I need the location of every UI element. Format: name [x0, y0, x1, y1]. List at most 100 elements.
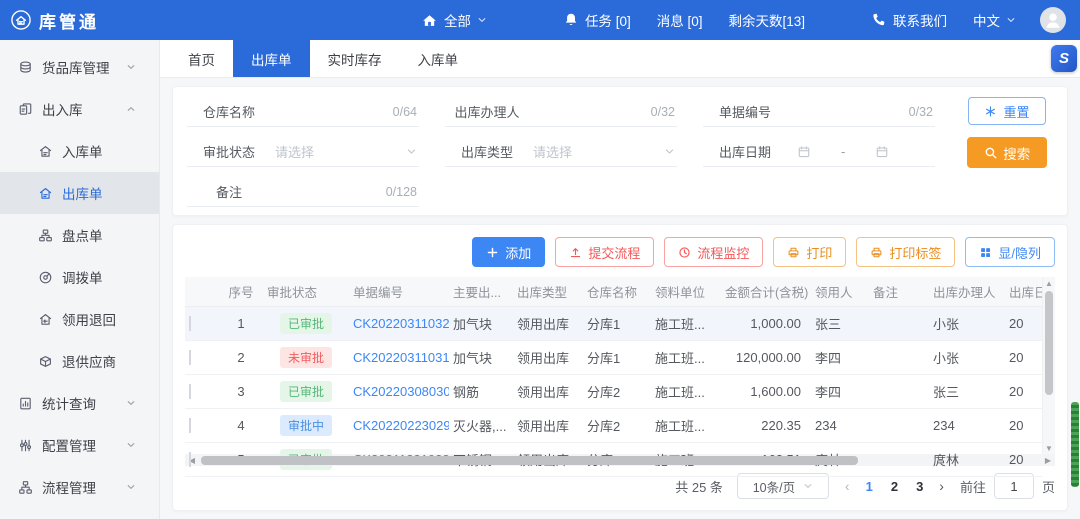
- goto-label: 前往: [960, 477, 986, 496]
- table-row[interactable]: 3已审批CK20220308030钢筋领用出库分库2施工班...1,600.00…: [185, 375, 1042, 409]
- date-cell: 20: [1005, 384, 1045, 399]
- table-row[interactable]: 4审批中CK20220223029灭火器,...领用出库分库2施工班...220…: [185, 409, 1042, 443]
- submit-flow-button[interactable]: 提交流程: [555, 237, 654, 267]
- tab-home[interactable]: 首页: [170, 40, 233, 77]
- sidebar-subitem-2[interactable]: 盘点单: [0, 214, 159, 256]
- out-handler-input[interactable]: 0/32: [529, 97, 677, 126]
- reset-button[interactable]: 重置: [968, 97, 1046, 125]
- row-checkbox[interactable]: [189, 384, 191, 399]
- tab-realtime-stock[interactable]: 实时库存: [310, 40, 400, 77]
- unit-cell: 施工班...: [651, 382, 721, 401]
- handler-cell: 小张: [929, 314, 1005, 333]
- flow-monitor-button[interactable]: 流程监控: [664, 237, 763, 267]
- chevron-down-icon: [126, 62, 136, 72]
- row-checkbox[interactable]: [189, 418, 191, 433]
- sidebar-item-3[interactable]: 配置管理: [0, 424, 159, 466]
- row-checkbox[interactable]: [189, 350, 191, 365]
- date-range-separator: -: [841, 144, 845, 159]
- chevron-down-icon: [126, 440, 136, 450]
- warehouse-name-field[interactable]: 仓库名称 0/64: [187, 97, 419, 127]
- messages-item[interactable]: 消息 [0]: [657, 10, 703, 30]
- handler-cell: 张三: [929, 382, 1005, 401]
- out-type-cell: 领用出库: [513, 314, 583, 333]
- print-label-button[interactable]: 打印标签: [856, 237, 955, 267]
- sidebar-item-1[interactable]: 出入库: [0, 88, 159, 130]
- doc-number-field[interactable]: 单据编号 0/32: [703, 97, 935, 127]
- stats-icon: [18, 396, 33, 411]
- doc-number-link[interactable]: CK20220311031: [353, 350, 449, 365]
- remark-field[interactable]: 备注 0/128: [187, 177, 419, 207]
- warehouse-cell: 分库2: [583, 382, 651, 401]
- sidebar-item-2[interactable]: 统计查询: [0, 382, 159, 424]
- browser-scrollbar-thumb[interactable]: [1071, 402, 1079, 487]
- search-button[interactable]: 搜索: [967, 137, 1047, 168]
- out-handler-field[interactable]: 出库办理人 0/32: [445, 97, 677, 127]
- warehouse-cell: 分库1: [583, 348, 651, 367]
- table-horizontal-scrollbar[interactable]: ◀ ▶: [185, 454, 1055, 466]
- table-vertical-scrollbar[interactable]: ▲ ▼: [1042, 277, 1055, 454]
- tab-outbound-order[interactable]: 出库单: [233, 40, 310, 77]
- table-row[interactable]: 2未审批CK20220311031加气块领用出库分库1施工班...120,000…: [185, 341, 1042, 375]
- scope-selector[interactable]: 全部: [421, 10, 487, 30]
- sidebar-item-0[interactable]: 货品库管理: [0, 46, 159, 88]
- goods-db-icon: [18, 60, 33, 75]
- printer-icon: [870, 246, 883, 259]
- horizontal-scroll-thumb[interactable]: [201, 456, 858, 465]
- scroll-up-arrow[interactable]: ▲: [1045, 277, 1053, 289]
- page-button-3[interactable]: 3: [916, 479, 923, 494]
- row-checkbox[interactable]: [189, 316, 191, 331]
- doc-number-input[interactable]: 0/32: [787, 97, 935, 126]
- column-header: 单据编号: [349, 282, 449, 301]
- sidebar-item-4[interactable]: 流程管理: [0, 466, 159, 508]
- user-avatar[interactable]: [1040, 7, 1066, 33]
- tasks-item[interactable]: 任务 [0]: [563, 10, 631, 30]
- approval-status-field[interactable]: 审批状态 请选择: [187, 137, 419, 167]
- select-placeholder: 请选择: [271, 142, 314, 161]
- add-button[interactable]: 添加: [472, 237, 545, 267]
- status-badge: 已审批: [280, 313, 332, 334]
- scroll-down-arrow[interactable]: ▼: [1045, 442, 1053, 454]
- calendar-icon[interactable]: [875, 145, 889, 159]
- warehouse-name-input[interactable]: 0/64: [271, 97, 419, 126]
- remark-input[interactable]: 0/128: [271, 177, 419, 206]
- column-header: 备注: [869, 282, 929, 301]
- recipient-cell: 李四: [811, 382, 869, 401]
- doc-number-link[interactable]: CK20220223029: [353, 418, 449, 433]
- vertical-scroll-thumb[interactable]: [1045, 291, 1053, 395]
- doc-number-link[interactable]: CK20220308030: [353, 384, 449, 399]
- tab-inbound-order[interactable]: 入库单: [400, 40, 477, 77]
- row-index: 3: [219, 384, 263, 399]
- calendar-icon[interactable]: [797, 145, 811, 159]
- char-counter: 0/32: [651, 105, 675, 119]
- language-selector[interactable]: 中文: [973, 10, 1016, 30]
- recipient-cell: 李四: [811, 348, 869, 367]
- sidebar-subitem-4[interactable]: 领用退回: [0, 298, 159, 340]
- out-type-field[interactable]: 出库类型 请选择: [445, 137, 677, 167]
- print-button[interactable]: 打印: [773, 237, 846, 267]
- contact-us-item[interactable]: 联系我们: [871, 10, 947, 30]
- table-row[interactable]: 1已审批CK20220311032加气块领用出库分库1施工班...1,000.0…: [185, 307, 1042, 341]
- days-left-item[interactable]: 剩余天数[13]: [728, 10, 805, 30]
- page-button-2[interactable]: 2: [891, 479, 898, 494]
- out-type-select[interactable]: 请选择: [529, 137, 677, 166]
- sidebar-subitem-1[interactable]: 出库单: [0, 172, 159, 214]
- column-header: 出库日: [1005, 282, 1045, 301]
- page-unit-label: 页: [1042, 477, 1055, 496]
- next-page-button[interactable]: ›: [937, 478, 946, 494]
- sidebar-subitem-5[interactable]: 退供应商: [0, 340, 159, 382]
- search-icon: [984, 146, 998, 160]
- config-icon: [18, 438, 33, 453]
- prev-page-button[interactable]: ‹: [843, 478, 852, 494]
- app-title: 库管通: [39, 8, 99, 33]
- doc-number-link[interactable]: CK20220311032: [353, 316, 449, 331]
- sidebar-subitem-0[interactable]: 入库单: [0, 130, 159, 172]
- assistant-widget-icon[interactable]: S: [1051, 45, 1077, 72]
- approval-status-select[interactable]: 请选择: [271, 137, 419, 166]
- table-header-row: 序号审批状态单据编号主要出...出库类型仓库名称领料单位金额合计(含税)领用人备…: [185, 277, 1042, 307]
- sidebar-subitem-3[interactable]: 调拨单: [0, 256, 159, 298]
- out-date-field[interactable]: 出库日期 -: [703, 137, 935, 167]
- char-counter: 0/32: [909, 105, 933, 119]
- toggle-columns-button[interactable]: 显/隐列: [965, 237, 1055, 267]
- page-button-1[interactable]: 1: [866, 479, 873, 494]
- row-checkbox[interactable]: [189, 452, 191, 467]
